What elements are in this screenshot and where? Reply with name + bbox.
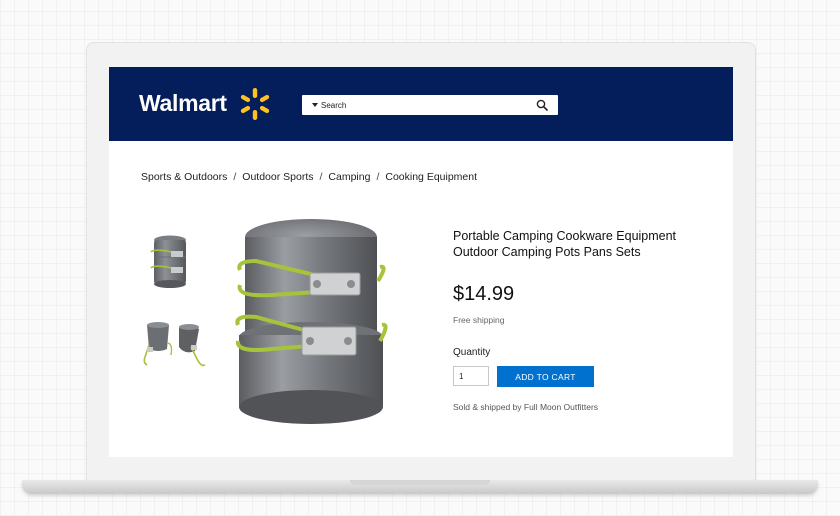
add-to-cart-button[interactable]: ADD TO CART	[497, 366, 594, 387]
cookware-stacked-thumbnail[interactable]	[147, 232, 193, 290]
breadcrumb: Sports & Outdoors / Outdoor Sports / Camping…	[141, 171, 477, 183]
seller-info: Sold & shipped by Full Moon Outfitters	[453, 402, 599, 412]
product-title-line-1: Portable Camping Cookware Equipment	[453, 229, 677, 243]
search-input[interactable]	[321, 98, 521, 112]
spark-logo-icon[interactable]	[237, 86, 273, 122]
browser-screen: Walmart Sports & Outdoors / Outdoor Sports…	[109, 67, 733, 457]
cups-with-handles-thumbnail[interactable]	[139, 317, 211, 373]
product-title-line-2: Outdoor Camping Pots Pans Sets	[453, 245, 641, 259]
search-icon[interactable]	[536, 99, 548, 111]
breadcrumb-separator: /	[319, 171, 323, 183]
cookware-pot-main-image[interactable]	[232, 215, 390, 427]
breadcrumb-outdoor-sports[interactable]: Outdoor Sports	[242, 171, 313, 183]
breadcrumb-camping[interactable]: Camping	[328, 171, 370, 183]
quantity-input[interactable]	[453, 366, 489, 386]
quantity-label: Quantity	[453, 347, 491, 358]
walmart-logo[interactable]: Walmart	[139, 90, 227, 117]
breadcrumb-sports-outdoors[interactable]: Sports & Outdoors	[141, 171, 227, 183]
shipping-info: Free shipping	[453, 315, 505, 325]
search-bar	[302, 95, 558, 115]
product-title: Portable Camping Cookware Equipment Outd…	[453, 228, 713, 260]
product-price: $14.99	[453, 283, 515, 305]
caret-down-icon[interactable]	[312, 103, 318, 107]
site-header: Walmart	[109, 67, 733, 141]
laptop-base-notch	[350, 480, 490, 485]
breadcrumb-separator: /	[233, 171, 237, 183]
breadcrumb-separator: /	[376, 171, 380, 183]
breadcrumb-cooking-equipment[interactable]: Cooking Equipment	[385, 171, 477, 183]
